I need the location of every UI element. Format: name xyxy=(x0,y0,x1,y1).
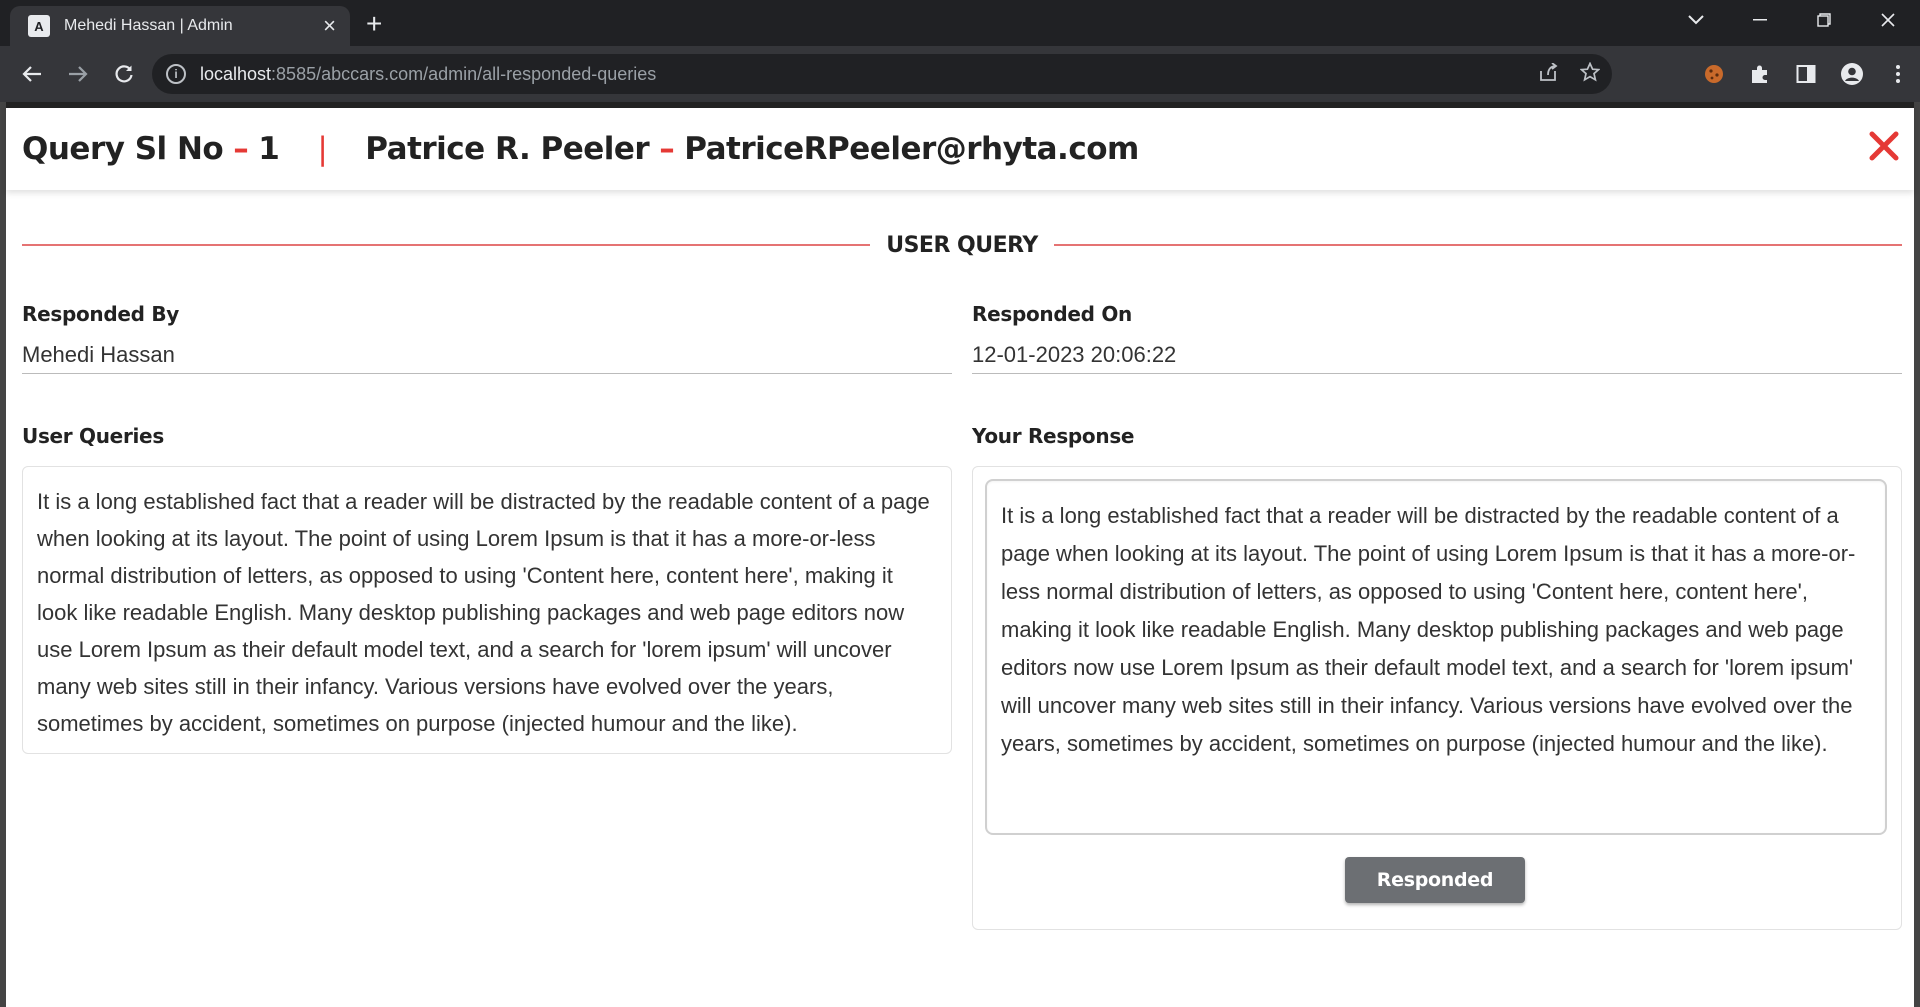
window-controls xyxy=(1664,0,1920,40)
site-info-icon[interactable]: i xyxy=(166,64,186,84)
user-name: Patrice R. Peeler xyxy=(365,131,650,167)
address-bar[interactable]: i localhost:8585/abccars.com/admin/all-r… xyxy=(152,54,1612,94)
url-path: :8585/abccars.com/admin/all-responded-qu… xyxy=(271,63,657,84)
reload-icon[interactable] xyxy=(102,52,146,96)
tab-title: Mehedi Hassan | Admin xyxy=(64,17,233,34)
your-response-label: Your Response xyxy=(972,424,1135,448)
header-dash-separator: – xyxy=(233,131,249,167)
tab-close-icon[interactable]: × xyxy=(323,15,336,37)
response-textarea[interactable]: It is a long established fact that a rea… xyxy=(985,479,1887,835)
browser-tab[interactable]: A Mehedi Hassan | Admin × xyxy=(10,6,350,46)
section-rule-left xyxy=(22,244,871,246)
minimize-icon[interactable] xyxy=(1728,0,1792,40)
right-column: Responded On 12-01-2023 20:06:22 Your Re… xyxy=(972,302,1902,930)
cookie-extension-icon[interactable] xyxy=(1702,62,1726,86)
section-title: USER QUERY xyxy=(886,232,1038,258)
responded-on-value: 12-01-2023 20:06:22 xyxy=(972,340,1902,374)
close-modal-icon[interactable] xyxy=(1864,126,1904,166)
header-dash-separator-2: – xyxy=(659,131,675,167)
section-rule-right xyxy=(1053,244,1903,246)
modal-header: Query Sl No – 1 | Patrice R. Peeler – Pa… xyxy=(6,102,1914,190)
back-icon[interactable] xyxy=(10,52,54,96)
query-serial-label: Query Sl No xyxy=(22,131,224,167)
query-serial-number: 1 xyxy=(258,131,280,167)
section-heading: USER QUERY xyxy=(22,230,1903,260)
tab-favicon-icon: A xyxy=(28,15,50,37)
header-pipe-separator: | xyxy=(317,131,328,167)
chrome-menu-icon[interactable] xyxy=(1886,62,1910,86)
forward-icon[interactable] xyxy=(56,52,100,96)
omnibox-actions xyxy=(1538,54,1601,94)
extensions-bar xyxy=(1702,46,1910,102)
response-card: It is a long established fact that a rea… xyxy=(972,466,1902,930)
browser-tabbar: A Mehedi Hassan | Admin × + xyxy=(0,0,1920,46)
responded-by-value: Mehedi Hassan xyxy=(22,340,952,374)
url-host: localhost xyxy=(200,63,272,84)
restore-icon[interactable] xyxy=(1792,0,1856,40)
profile-avatar-icon[interactable] xyxy=(1840,62,1864,86)
side-panel-icon[interactable] xyxy=(1794,62,1818,86)
browser-toolbar: i localhost:8585/abccars.com/admin/all-r… xyxy=(0,46,1920,102)
new-tab-icon[interactable]: + xyxy=(366,10,382,38)
responded-on-label: Responded On xyxy=(972,302,1132,326)
tab-search-icon[interactable] xyxy=(1664,0,1728,40)
user-email: PatriceRPeeler@rhyta.com xyxy=(684,131,1139,167)
page-content: Query Sl No – 1 | Patrice R. Peeler – Pa… xyxy=(0,102,1920,1007)
puzzle-extensions-icon[interactable] xyxy=(1748,62,1772,86)
window-close-icon[interactable] xyxy=(1856,0,1920,40)
responded-button[interactable]: Responded xyxy=(1345,857,1525,903)
responded-by-label: Responded By xyxy=(22,302,180,326)
left-column: Responded By Mehedi Hassan User Queries … xyxy=(22,302,952,754)
share-icon[interactable] xyxy=(1538,61,1558,86)
user-query-text: It is a long established fact that a rea… xyxy=(22,466,952,754)
bookmark-star-icon[interactable] xyxy=(1579,60,1601,87)
user-queries-label: User Queries xyxy=(22,424,164,448)
